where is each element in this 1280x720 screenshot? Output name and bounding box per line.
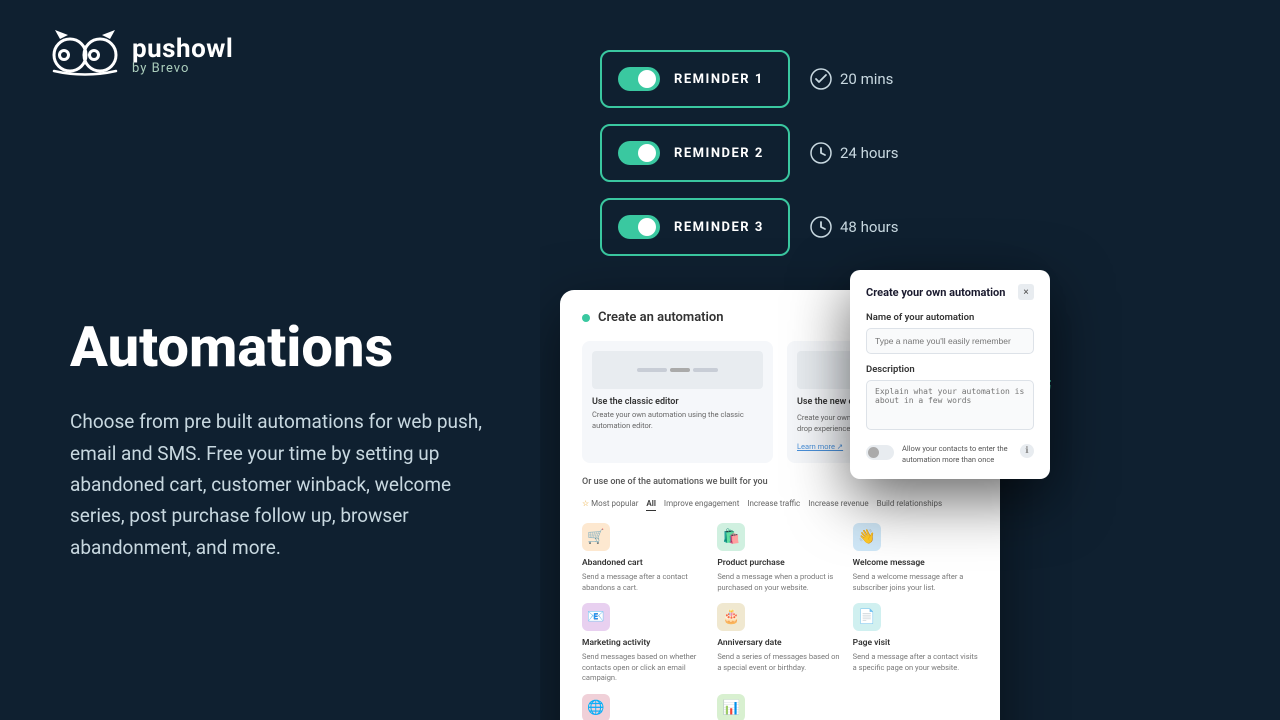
welcome-icon: 👋 <box>853 523 881 551</box>
page-visit-desc: Send a message after a contact visits a … <box>853 652 978 673</box>
abandoned-cart-icon: 🛒 <box>582 523 610 551</box>
reminder-3-toggle[interactable] <box>618 215 660 239</box>
automation-name-input[interactable] <box>866 328 1034 354</box>
reminder-row-3: REMINDER 3 48 hours <box>600 198 899 256</box>
left-section: Automations Choose from pre built automa… <box>0 0 580 720</box>
learn-more-link[interactable]: Learn more ↗ <box>797 442 843 451</box>
automation-transactional[interactable]: 📊 Transactional activity Send a message … <box>717 694 842 720</box>
automation-website-event[interactable]: 🌐 Website event Send a message after a c… <box>582 694 707 720</box>
automation-marketing[interactable]: 📧 Marketing activity Send messages based… <box>582 603 707 684</box>
panel-dot <box>582 314 590 322</box>
desc-field-label: Description <box>866 364 1034 375</box>
reminder-3-label: REMINDER 3 <box>674 220 764 235</box>
classic-editor-desc: Create your own automation using the cla… <box>592 410 763 431</box>
toggle-label: Allow your contacts to enter the automat… <box>902 444 1012 465</box>
classic-editor-thumb <box>592 351 763 389</box>
name-field-label: Name of your automation <box>866 312 1034 323</box>
own-automation-modal: Create your own automation × Name of you… <box>850 270 1050 479</box>
product-purchase-name: Product purchase <box>717 558 842 568</box>
filter-traffic[interactable]: Increase traffic <box>747 497 800 511</box>
reminder-1-label: REMINDER 1 <box>674 72 764 87</box>
page-description: Choose from pre built automations for we… <box>70 406 510 563</box>
reminder-1-toggle[interactable] <box>618 67 660 91</box>
clock-icon-3 <box>810 216 832 238</box>
automation-grid: 🛒 Abandoned cart Send a message after a … <box>582 523 978 720</box>
automation-desc-textarea[interactable] <box>866 380 1034 430</box>
transactional-icon: 📊 <box>717 694 745 720</box>
classic-editor-option[interactable]: Use the classic editor Create your own a… <box>582 341 773 463</box>
reminder-2-time: 24 hours <box>810 142 899 164</box>
welcome-name: Welcome message <box>853 558 978 568</box>
marketing-name: Marketing activity <box>582 638 707 648</box>
anniversary-desc: Send a series of messages based on a spe… <box>717 652 842 673</box>
filter-revenue[interactable]: Increase revenue <box>808 497 868 511</box>
product-purchase-icon: 🛍️ <box>717 523 745 551</box>
automation-welcome[interactable]: 👋 Welcome message Send a welcome message… <box>853 523 978 593</box>
reminder-2-time-text: 24 hours <box>840 144 899 162</box>
reminder-2-toggle[interactable] <box>618 141 660 165</box>
reminder-2-label: REMINDER 2 <box>674 146 764 161</box>
abandoned-cart-desc: Send a message after a contact abandons … <box>582 572 707 593</box>
modal-close-button[interactable]: × <box>1018 284 1034 300</box>
automation-page-visit[interactable]: 📄 Page visit Send a message after a cont… <box>853 603 978 684</box>
filter-relationships[interactable]: Build relationships <box>877 497 943 511</box>
marketing-desc: Send messages based on whether contacts … <box>582 652 707 684</box>
reminder-box-3: REMINDER 3 <box>600 198 790 256</box>
info-icon[interactable]: ℹ <box>1020 444 1034 458</box>
filter-tabs: ☆Most popular All Improve engagement Inc… <box>582 497 978 511</box>
modal-title: Create your own automation <box>866 286 1005 299</box>
filter-engagement[interactable]: Improve engagement <box>664 497 739 511</box>
clock-icon-2 <box>810 142 832 164</box>
checkmark-icon <box>810 68 832 90</box>
automation-product-purchase[interactable]: 🛍️ Product purchase Send a message when … <box>717 523 842 593</box>
page-visit-name: Page visit <box>853 638 978 648</box>
modal-header: Create your own automation × <box>866 284 1034 300</box>
website-event-icon: 🌐 <box>582 694 610 720</box>
automation-anniversary[interactable]: 🎂 Anniversary date Send a series of mess… <box>717 603 842 684</box>
automation-abandoned-cart[interactable]: 🛒 Abandoned cart Send a message after a … <box>582 523 707 593</box>
filter-all[interactable]: All <box>646 497 656 511</box>
welcome-desc: Send a welcome message after a subscribe… <box>853 572 978 593</box>
product-purchase-desc: Send a message when a product is purchas… <box>717 572 842 593</box>
filter-popular[interactable]: ☆Most popular <box>582 497 638 511</box>
panel-title: Create an automation <box>598 310 724 325</box>
marketing-icon: 📧 <box>582 603 610 631</box>
anniversary-icon: 🎂 <box>717 603 745 631</box>
reminder-1-time: 20 mins <box>810 68 893 90</box>
modal-toggle-row: Allow your contacts to enter the automat… <box>866 444 1034 465</box>
reminder-3-time: 48 hours <box>810 216 899 238</box>
anniversary-name: Anniversary date <box>717 638 842 648</box>
reminders-container: REMINDER 1 20 mins REMINDER 2 <box>600 50 899 256</box>
right-section: REMINDER 1 20 mins REMINDER 2 <box>540 0 1280 720</box>
page-visit-icon: 📄 <box>853 603 881 631</box>
reminder-row-1: REMINDER 1 20 mins <box>600 50 899 108</box>
page-title: Automations <box>70 317 520 379</box>
reminder-box-2: REMINDER 2 <box>600 124 790 182</box>
allow-reentry-toggle[interactable] <box>866 445 894 460</box>
reminder-row-2: REMINDER 2 24 hours <box>600 124 899 182</box>
reminder-box-1: REMINDER 1 <box>600 50 790 108</box>
classic-editor-title: Use the classic editor <box>592 397 763 407</box>
abandoned-cart-name: Abandoned cart <box>582 558 707 568</box>
